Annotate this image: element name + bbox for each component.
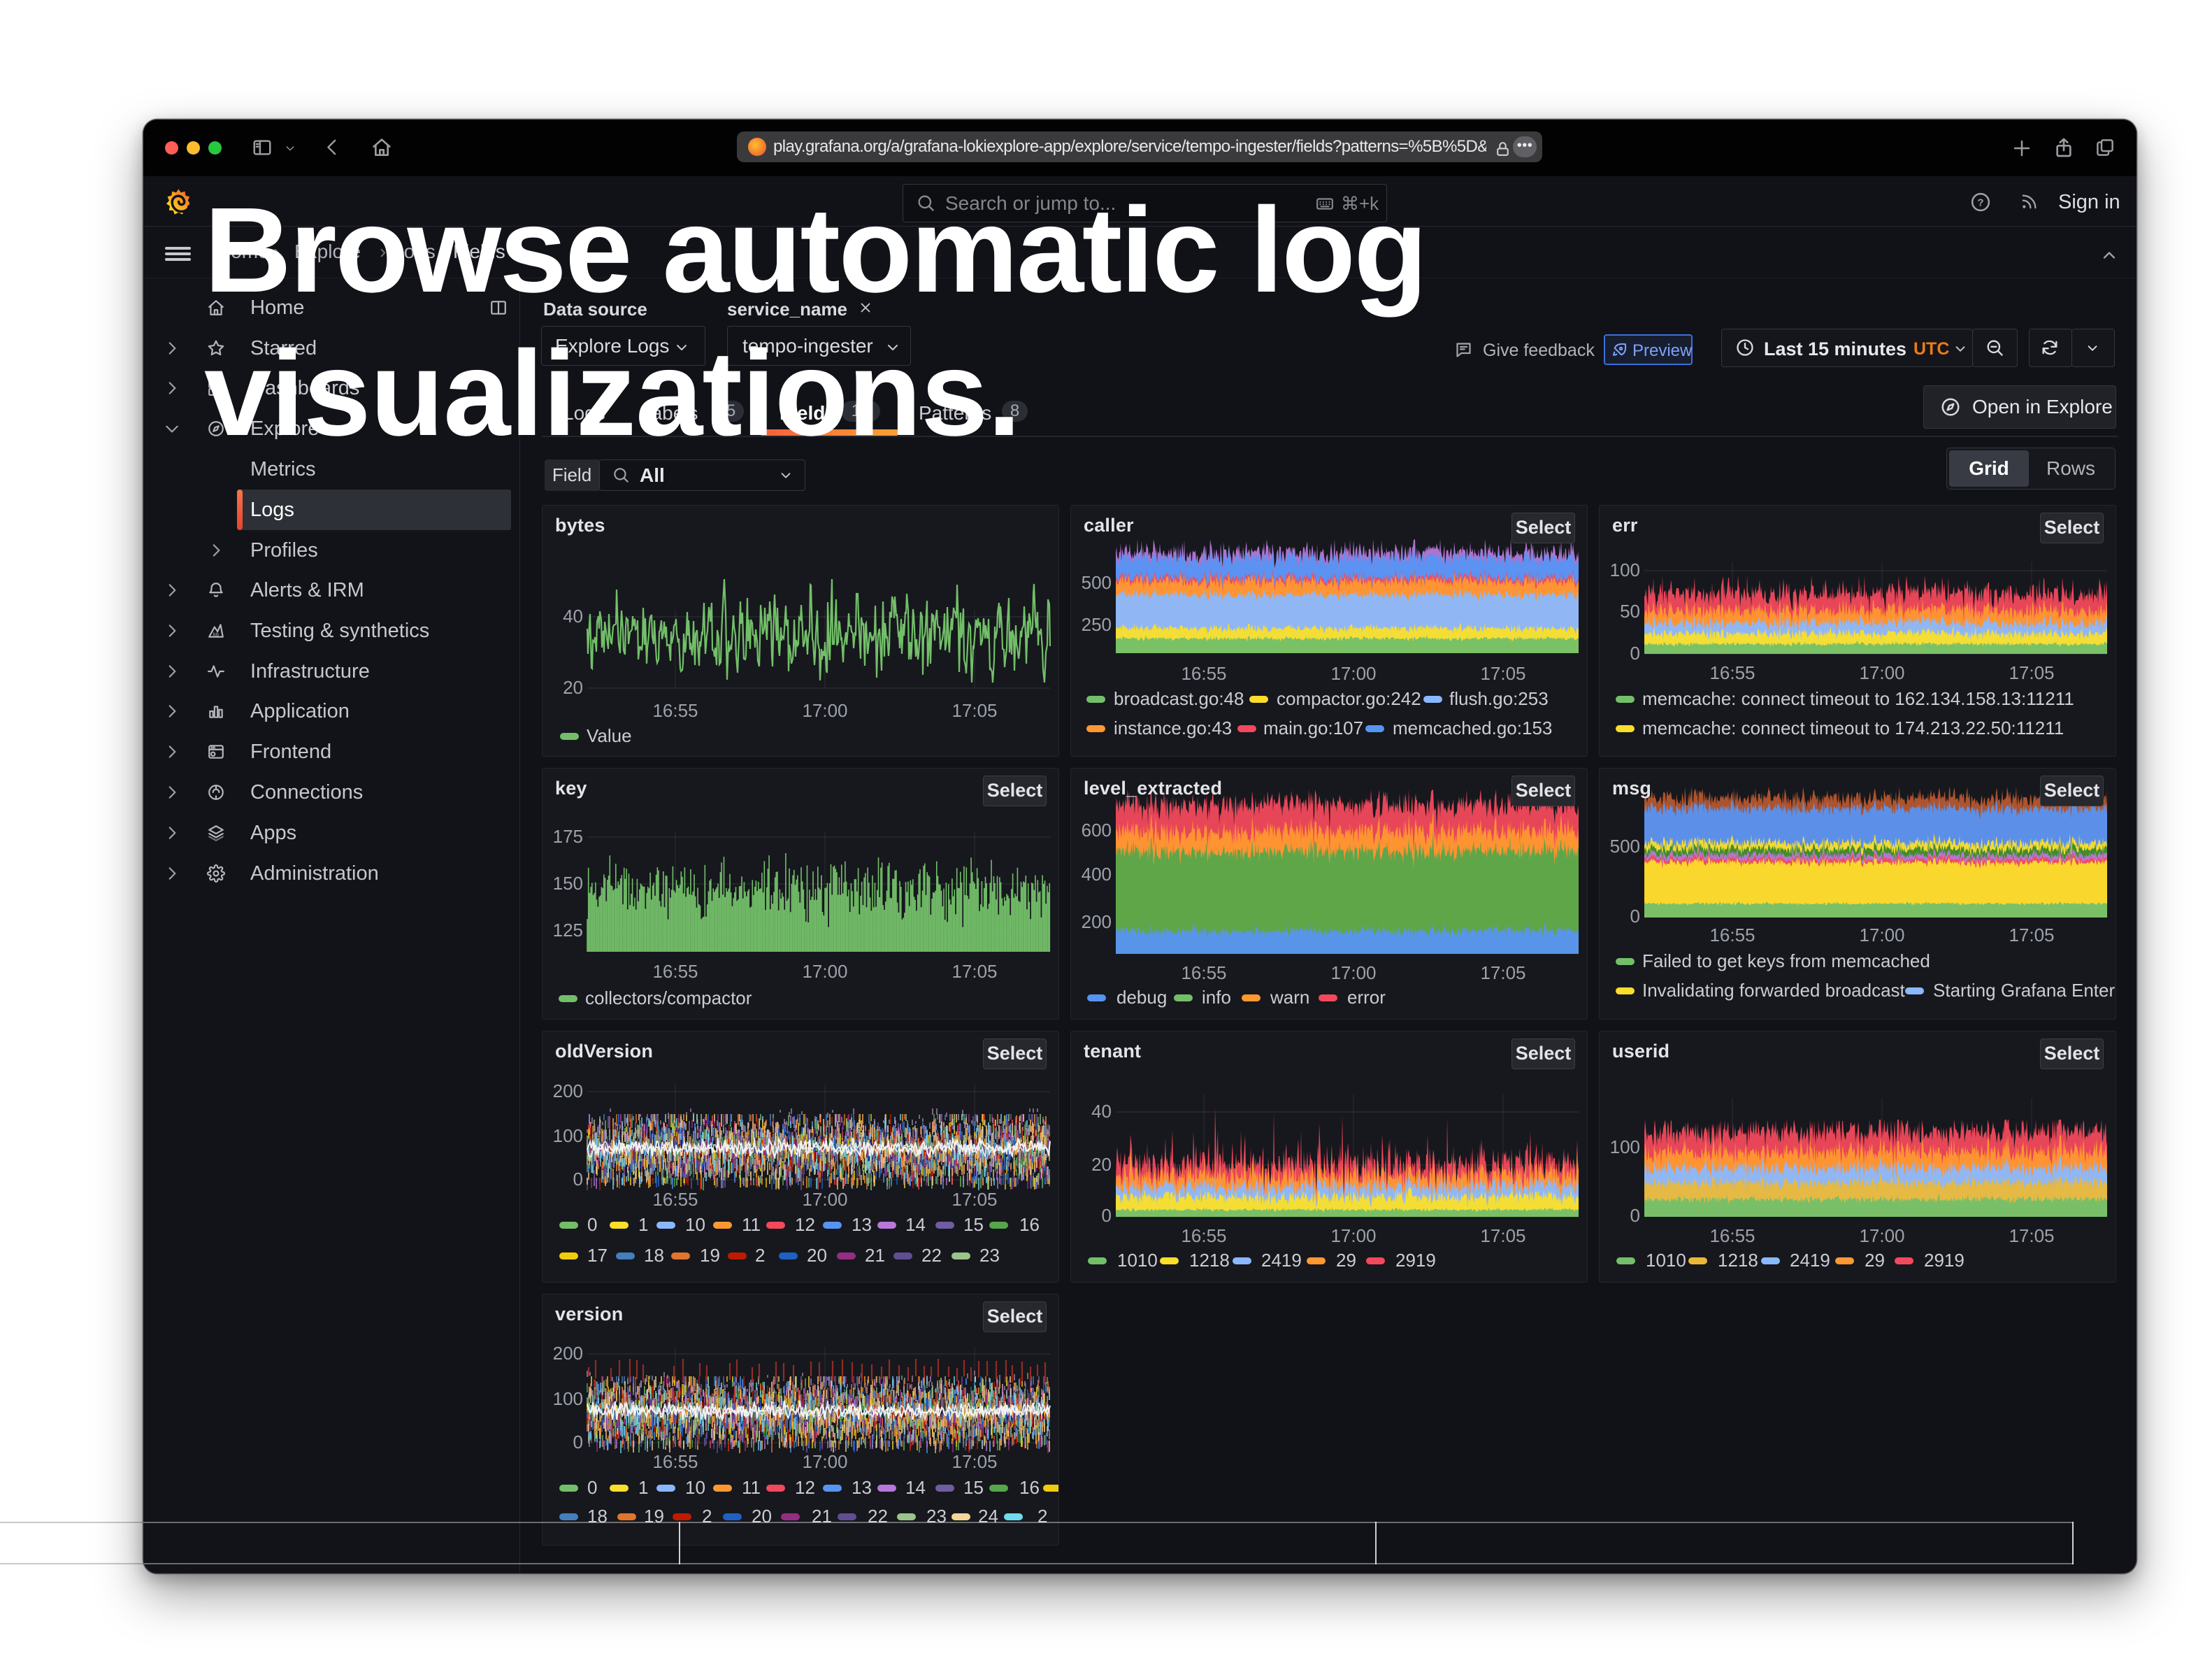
svg-text:k6: k6 (213, 631, 219, 638)
svg-text:?: ? (1977, 197, 1983, 209)
